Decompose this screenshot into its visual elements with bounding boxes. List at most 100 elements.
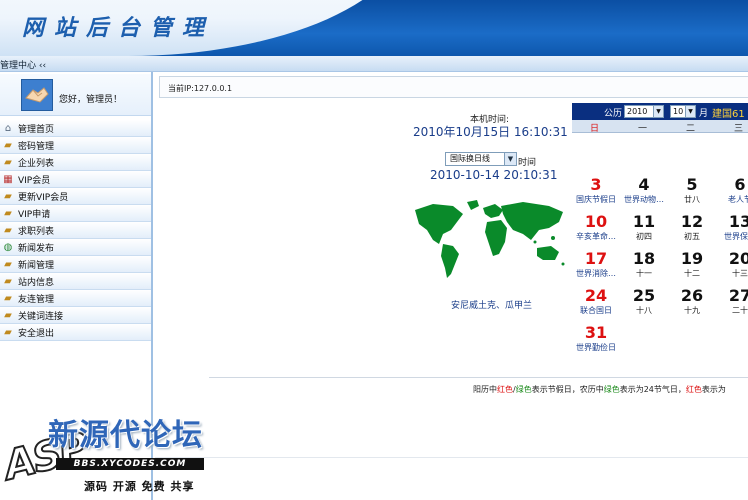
calendar-month-select[interactable]: 10 ▼ — [670, 105, 696, 118]
sidebar-item[interactable]: ▰ 求职列表 — [0, 222, 151, 239]
sidebar-item-label: 新闻管理 — [18, 260, 55, 271]
page-title: 网站后台管理 — [22, 15, 215, 41]
calendar-day-number: 24 — [584, 286, 608, 305]
sidebar-item[interactable]: ▰ 企业列表 — [0, 154, 151, 171]
legend-green: 绿色 — [515, 385, 532, 394]
legend-red: 红色 — [685, 385, 702, 394]
legend-text: 表示为 — [701, 385, 726, 394]
sidebar-item[interactable]: ▰ 站内信息 — [0, 273, 151, 290]
sidebar-item-label: 新闻发布 — [18, 243, 55, 254]
handshake-icon — [25, 87, 49, 103]
divider — [155, 457, 748, 458]
calendar-day[interactable]: 18 十一 — [620, 250, 668, 279]
calendar-day[interactable]: 31 世界勤俭日 — [572, 324, 620, 353]
calendar-year: 2010 — [627, 107, 648, 116]
folder-icon: ▰ — [4, 309, 12, 321]
calendar-day-number: 3 — [590, 175, 602, 194]
folder-icon: ▰ — [4, 207, 12, 219]
calendar-day-note: 十八 — [636, 306, 652, 315]
calendar-day-number: 25 — [632, 286, 656, 305]
sidebar-item-label: 友连管理 — [18, 294, 55, 305]
weekday-sun: 日 — [590, 124, 600, 134]
legend-text: 表示节假日，农历中 — [531, 385, 604, 394]
timezone-select-value: 国际换日线 — [450, 154, 490, 163]
calendar-day-note: 世界勤俭日 — [576, 343, 616, 352]
calendar-day-number: 12 — [680, 212, 704, 231]
sidebar-item-label: 安全退出 — [18, 328, 55, 339]
chevron-down-icon: ▼ — [685, 106, 695, 117]
avatar — [21, 79, 53, 111]
calendar-day-number: 19 — [680, 249, 704, 268]
calendar-day[interactable]: 3 国庆节假日 — [572, 176, 620, 205]
calendar-day-note: 辛亥革命… — [576, 232, 616, 241]
calendar-day-number: 18 — [632, 249, 656, 268]
folder-icon: ▰ — [4, 258, 12, 270]
sidebar-item-label: VIP会员 — [18, 175, 51, 186]
calendar-day[interactable]: 11 初四 — [620, 213, 668, 242]
calendar-day-number: 17 — [584, 249, 608, 268]
calendar-day[interactable]: 25 十八 — [620, 287, 668, 316]
sidebar-item[interactable]: ▰ 关键词连接 — [0, 307, 151, 324]
sidebar-item[interactable]: ▰ 新闻管理 — [0, 256, 151, 273]
calendar-day[interactable]: 12 初五 — [668, 213, 716, 242]
legend-text: 阳历中 — [473, 385, 497, 394]
calendar-day[interactable]: 24 联合国日 — [572, 287, 620, 316]
calendar-month-suffix: 月 — [699, 109, 709, 119]
calendar-day-note: 老人节 — [728, 195, 748, 204]
calendar-day[interactable]: 4 世界动物… — [620, 176, 668, 205]
sidebar-item[interactable]: ▰ 密码管理 — [0, 137, 151, 154]
folder-icon: ▰ — [4, 275, 12, 287]
calendar-day[interactable]: 10 辛亥革命… — [572, 213, 620, 242]
sidebar-item-label: 求职列表 — [18, 226, 55, 237]
sidebar-item[interactable]: ▰ VIP申请 — [0, 205, 151, 222]
calendar-day[interactable]: 17 世界消除… — [572, 250, 620, 279]
calendar-day-note: 国庆节假日 — [576, 195, 616, 204]
calendar-type-label: 公历 — [604, 109, 623, 119]
admin-center-toggle[interactable]: 管理中心 ‹‹ — [0, 58, 46, 71]
calendar-day-number: 31 — [584, 323, 608, 342]
home-icon: ⌂ — [4, 122, 12, 134]
legend-text: 表示为24节气日， — [619, 385, 686, 394]
calendar-day-note: 世界保健 — [724, 232, 748, 241]
header-banner: 网站后台管理 — [0, 0, 748, 56]
calendar-day-number: 10 — [584, 212, 608, 231]
world-map-icon — [415, 200, 565, 278]
weekday-wed: 三 — [734, 124, 744, 134]
sidebar-item[interactable]: ▰ 更新VIP会员 — [0, 188, 151, 205]
calendar-day[interactable]: 6老人节 — [716, 176, 748, 205]
calendar-day-note: 世界消除… — [576, 269, 616, 278]
watermark-slogan: 源码 开源 免费 共享 — [84, 480, 195, 493]
calendar-icon: ▦ — [3, 173, 13, 185]
admin-page: 网站后台管理 管理中心 ‹‹ 您好，管理员！ ⌂ 管理首页 ▰ 密码管理 ▰ 企业列表 ▦ V… — [0, 0, 748, 500]
calendar-day[interactable]: 5 廿八 — [668, 176, 716, 205]
sidebar-menu: ⌂ 管理首页 ▰ 密码管理 ▰ 企业列表 ▦ VIP会员 ▰ 更新VIP会员 ▰ VIP申请 ▰ 求职列表… — [0, 120, 151, 341]
weekday-tue: 二 — [686, 124, 696, 134]
calendar-day[interactable]: 26 十九 — [668, 287, 716, 316]
calendar-weekdays: 日 一 二 三 — [572, 120, 748, 134]
chevron-down-icon: ▼ — [653, 106, 663, 117]
calendar-day[interactable]: 20 十三 — [716, 250, 748, 279]
calendar-day[interactable]: 19 十二 — [668, 250, 716, 279]
ip-bar: 当前IP:127.0.0.1 — [159, 76, 748, 98]
divider — [209, 377, 748, 378]
folder-icon: ▰ — [4, 156, 12, 168]
sidebar-item[interactable]: ⌂ 管理首页 — [0, 120, 151, 137]
timezone-select[interactable]: 国际换日线 ▼ — [445, 152, 517, 166]
calendar-day-number: 27 — [728, 286, 748, 305]
sidebar-item[interactable]: ▰ 友连管理 — [0, 290, 151, 307]
legend-green: 绿色 — [603, 385, 620, 394]
sidebar-item-label: 企业列表 — [18, 158, 55, 169]
chevron-down-icon: ▼ — [504, 153, 516, 165]
watermark-title: 新源代论坛 — [48, 418, 203, 453]
calendar-day-number: 4 — [638, 175, 650, 194]
calendar-year-select[interactable]: 2010 ▼ — [624, 105, 664, 118]
calendar-day-number: 26 — [680, 286, 704, 305]
timezone-time: 2010-10-14 20:10:31 — [430, 168, 558, 182]
sidebar-item[interactable]: ▰ 安全退出 — [0, 324, 151, 341]
sidebar-item[interactable]: ▦ VIP会员 — [0, 171, 151, 188]
sidebar-item[interactable]: ◍ 新闻发布 — [0, 239, 151, 256]
calendar-day[interactable]: 27 二十 — [716, 287, 748, 316]
calendar-day-note: 十三 — [732, 269, 748, 278]
calendar-day[interactable]: 13世界保健 — [716, 213, 748, 242]
legend-red: 红色 — [497, 385, 513, 394]
